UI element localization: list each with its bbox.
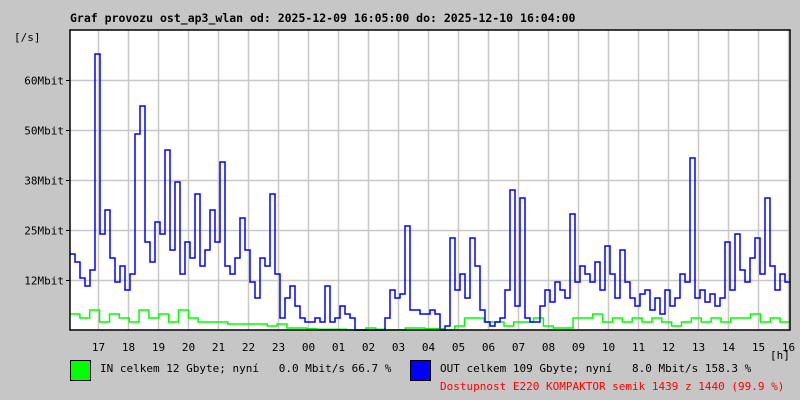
x-tick-label: 22 bbox=[242, 341, 255, 354]
x-tick-label: 08 bbox=[542, 341, 555, 354]
y-tick-label: 38Mbit bbox=[24, 175, 64, 188]
x-tick-label: 00 bbox=[302, 341, 315, 354]
x-tick-label: 10 bbox=[602, 341, 615, 354]
x-tick-label: 07 bbox=[512, 341, 525, 354]
x-tick-label: 04 bbox=[422, 341, 436, 354]
x-axis: 17 18 19 20 21 22 23 00 01 02 03 04 05 06 07 08 09 10 11 12… bbox=[92, 341, 795, 354]
x-tick-label: 21 bbox=[212, 341, 225, 354]
x-tick-label: 19 bbox=[152, 341, 165, 354]
traffic-chart: Graf provozu ost_ap3_wlan od: 2025-12-09… bbox=[14, 11, 795, 393]
x-tick-label: 09 bbox=[572, 341, 585, 354]
availability-text: Dostupnost E220 KOMPAKTOR semik 1439 z 1… bbox=[440, 380, 784, 393]
legend-in-text: IN celkem 12 Gbyte; nyní 0.0 Mbit/s 66.7… bbox=[100, 362, 392, 375]
x-tick-label: 15 bbox=[752, 341, 765, 354]
x-tick-label: 03 bbox=[392, 341, 405, 354]
x-tick-label: 12 bbox=[662, 341, 675, 354]
y-tick-label: 50Mbit bbox=[24, 125, 64, 138]
y-tick-label: 60Mbit bbox=[24, 75, 64, 88]
x-tick-label: 20 bbox=[182, 341, 195, 354]
legend-out-text: OUT celkem 109 Gbyte; nyní 8.0 Mbit/s 15… bbox=[440, 362, 752, 375]
x-tick-label: 18 bbox=[122, 341, 135, 354]
x-tick-label: 13 bbox=[692, 341, 705, 354]
x-tick-label: 05 bbox=[452, 341, 465, 354]
chart-title: Graf provozu ost_ap3_wlan od: 2025-12-09… bbox=[70, 11, 575, 26]
x-tick-label: 11 bbox=[632, 341, 645, 354]
legend-out-swatch bbox=[410, 360, 431, 381]
x-tick-label: 06 bbox=[482, 341, 495, 354]
x-tick-label: 17 bbox=[92, 341, 105, 354]
x-tick-label: 16 bbox=[782, 341, 795, 354]
x-tick-label: 02 bbox=[362, 341, 375, 354]
y-tick-label: 12Mbit bbox=[24, 275, 64, 288]
y-tick-label: 25Mbit bbox=[24, 225, 64, 238]
x-tick-label: 14 bbox=[722, 341, 736, 354]
y-axis-unit: [/s] bbox=[14, 31, 41, 44]
y-axis: 12Mbit 25Mbit 38Mbit 50Mbit 60Mbit bbox=[24, 75, 70, 288]
x-tick-label: 23 bbox=[272, 341, 285, 354]
legend-in-swatch bbox=[70, 360, 91, 381]
x-tick-label: 01 bbox=[332, 341, 345, 354]
